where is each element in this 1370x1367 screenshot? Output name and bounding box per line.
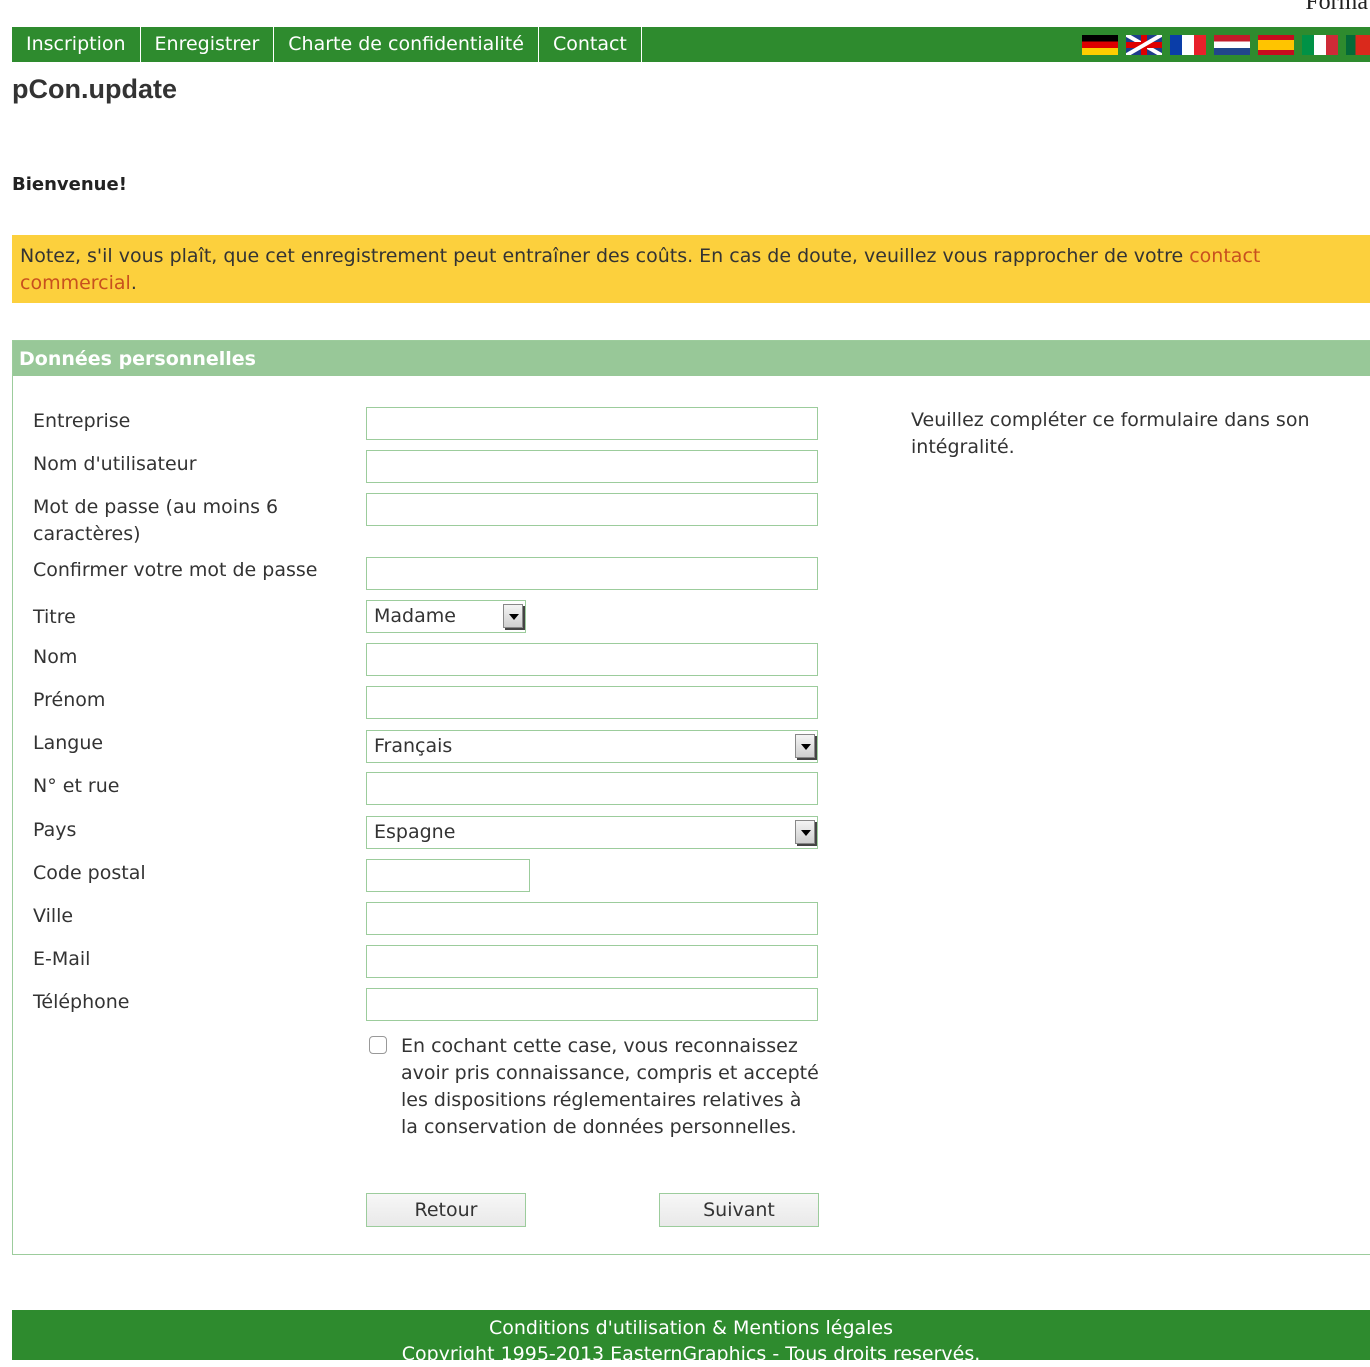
confirm-password-label: Confirmer votre mot de passe <box>33 559 318 581</box>
nav-item-privacy-charter[interactable]: Charte de confidentialité <box>274 27 539 62</box>
nav-item-contact[interactable]: Contact <box>539 27 642 62</box>
back-button[interactable]: Retour <box>366 1193 526 1227</box>
confirm-password-field[interactable] <box>366 557 818 590</box>
language-label: Langue <box>33 732 104 754</box>
postal-code-field[interactable] <box>366 859 530 892</box>
notice-end: . <box>130 272 137 294</box>
dutch-flag-icon[interactable] <box>1214 35 1250 55</box>
title-label: Titre <box>33 606 76 628</box>
username-label: Nom d'utilisateur <box>33 453 197 475</box>
phone-label: Téléphone <box>33 991 130 1013</box>
nav-item-inscription[interactable]: Inscription <box>12 27 141 62</box>
street-field[interactable] <box>366 772 818 805</box>
french-flag-icon[interactable] <box>1170 35 1206 55</box>
password-label: Mot de passe (au moins 6 caractères) <box>33 496 279 545</box>
welcome-heading: Bienvenue! <box>12 174 127 195</box>
consent-row: En cochant cette case, vous reconnaissez… <box>369 1033 819 1141</box>
german-flag-icon[interactable] <box>1082 35 1118 55</box>
password-field[interactable] <box>366 493 818 526</box>
english-flag-icon[interactable] <box>1126 35 1162 55</box>
company-label: Entreprise <box>33 410 131 432</box>
chevron-down-icon[interactable] <box>503 604 523 628</box>
first-name-label: Prénom <box>33 689 106 711</box>
personal-data-panel: Données personnelles Entreprise Nom d'ut… <box>12 340 1370 1255</box>
form-hint: Veuillez compléter ce formulaire dans so… <box>911 409 1310 458</box>
city-field[interactable] <box>366 902 818 935</box>
consent-text: En cochant cette case, vous reconnaissez… <box>401 1035 819 1138</box>
next-button[interactable]: Suivant <box>659 1193 819 1227</box>
title-select[interactable]: Madame <box>366 600 526 633</box>
city-label: Ville <box>33 905 74 927</box>
street-label: N° et rue <box>33 775 120 797</box>
terms-link[interactable]: Conditions d'utilisation & Mentions léga… <box>12 1315 1370 1341</box>
cropped-header-text: Forma <box>1305 0 1368 13</box>
nav-item-enregistrer[interactable]: Enregistrer <box>141 27 275 62</box>
cost-notice-banner: Notez, s'il vous plaît, que cet enregist… <box>12 235 1370 303</box>
language-select[interactable]: Français <box>366 730 818 763</box>
phone-field[interactable] <box>366 988 818 1021</box>
country-label: Pays <box>33 819 77 841</box>
postal-code-label: Code postal <box>33 862 146 884</box>
section-title: Données personnelles <box>13 341 1370 376</box>
last-name-field[interactable] <box>366 643 818 676</box>
notice-text: Notez, s'il vous plaît, que cet enregist… <box>20 245 1190 267</box>
top-navigation-bar: Inscription Enregistrer Charte de confid… <box>12 27 1370 62</box>
portuguese-flag-icon[interactable] <box>1346 35 1370 55</box>
country-select-value: Espagne <box>374 821 456 843</box>
title-select-value: Madame <box>374 605 456 627</box>
footer: Conditions d'utilisation & Mentions léga… <box>12 1310 1370 1365</box>
country-select[interactable]: Espagne <box>366 816 818 849</box>
chevron-down-icon[interactable] <box>795 820 815 844</box>
email-label: E-Mail <box>33 948 91 970</box>
spanish-flag-icon[interactable] <box>1258 35 1294 55</box>
email-field[interactable] <box>366 945 818 978</box>
company-field[interactable] <box>366 407 818 440</box>
chevron-down-icon[interactable] <box>795 734 815 758</box>
italian-flag-icon[interactable] <box>1302 35 1338 55</box>
language-flags <box>1082 35 1370 55</box>
last-name-label: Nom <box>33 646 78 668</box>
copyright-text: Copyright 1995-2013 EasternGraphics - To… <box>401 1343 981 1365</box>
username-field[interactable] <box>366 450 818 483</box>
site-title: pCon.update <box>12 74 177 104</box>
consent-checkbox[interactable] <box>369 1036 387 1054</box>
first-name-field[interactable] <box>366 686 818 719</box>
language-select-value: Français <box>374 735 453 757</box>
